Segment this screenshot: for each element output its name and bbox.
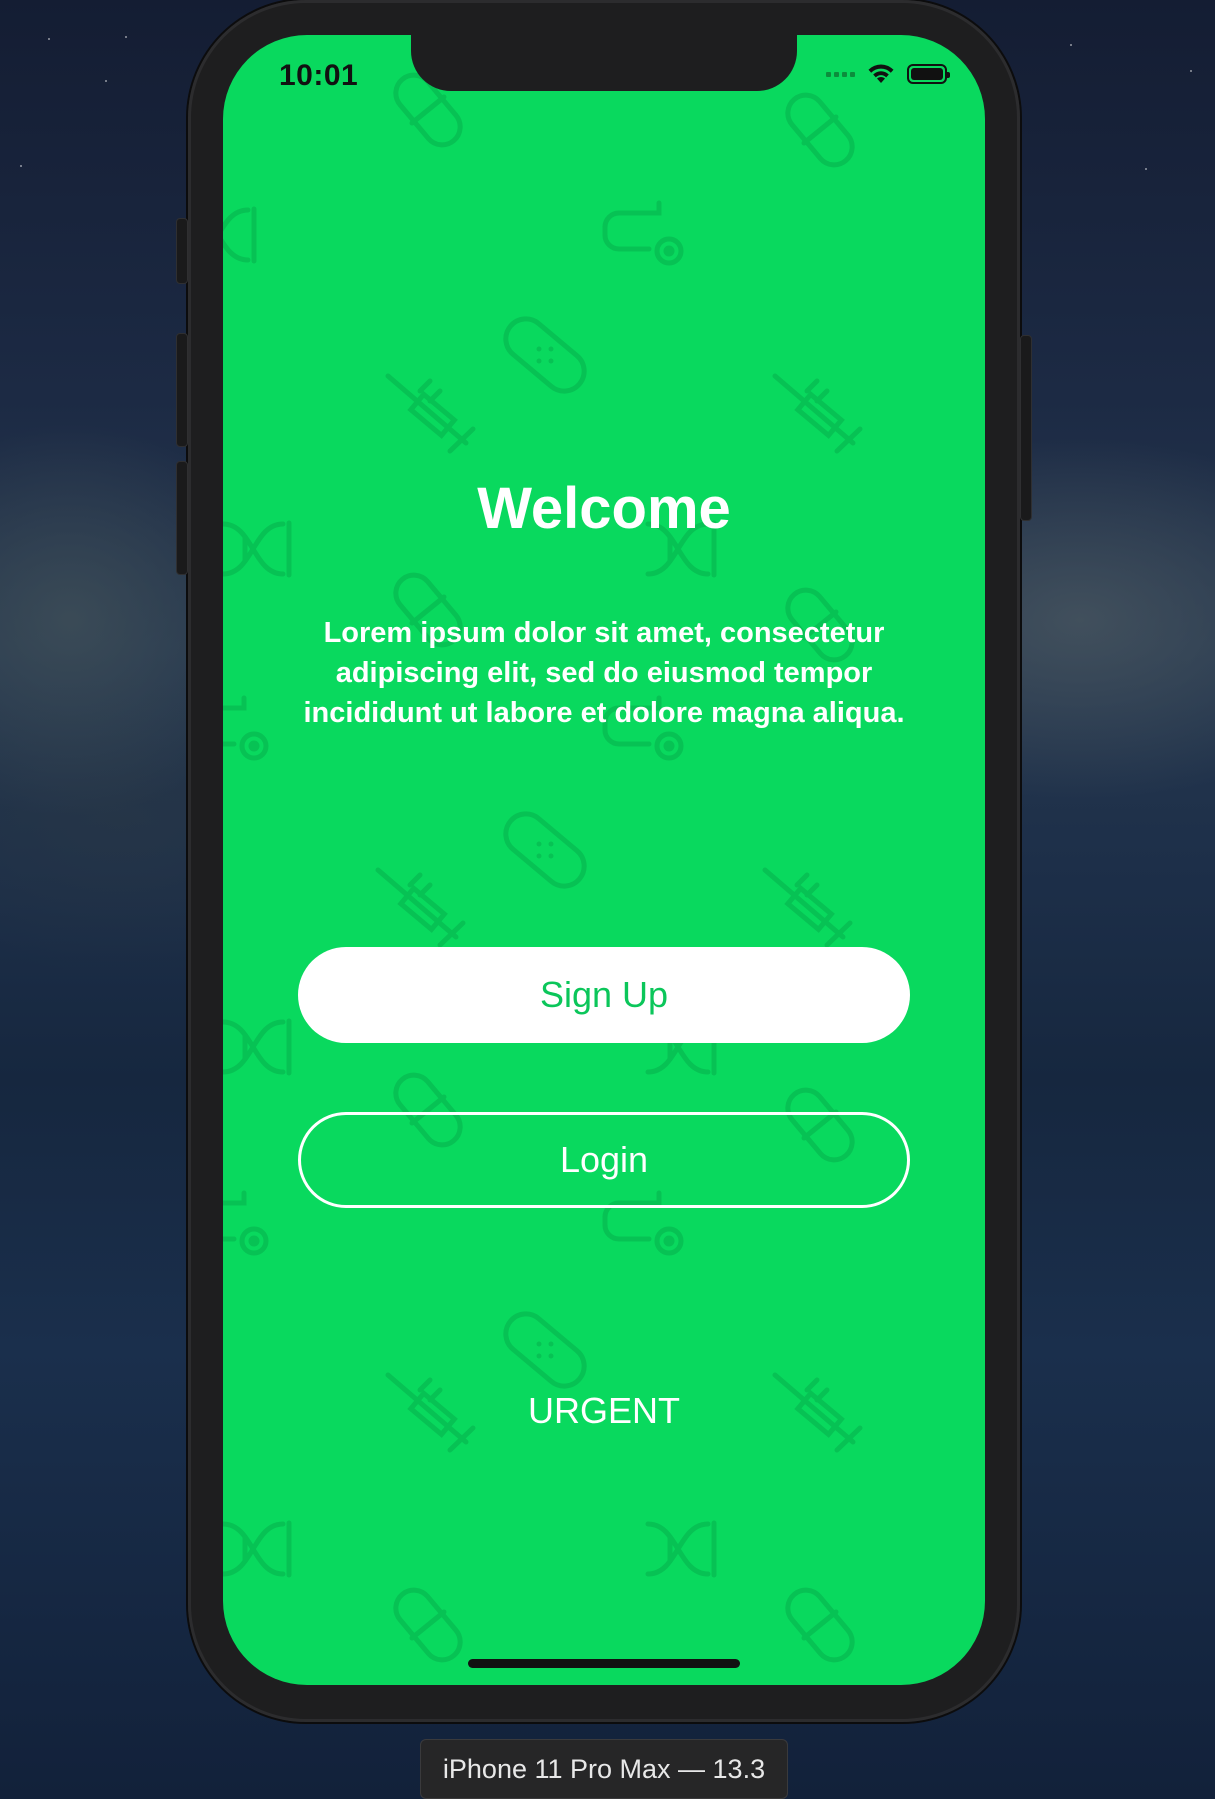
welcome-description: Lorem ipsum dolor sit amet, consectetur … [303, 617, 905, 729]
medical-pattern-background [223, 35, 985, 1685]
background-star [1145, 168, 1147, 170]
notch [411, 35, 797, 91]
iphone-device-frame: 10:01 Welcome Lorem ipsum dolor sit amet… [176, 0, 1032, 1722]
power-button [1020, 335, 1032, 521]
volume-down-button [176, 461, 188, 575]
app-screen: 10:01 Welcome Lorem ipsum dolor sit amet… [223, 35, 985, 1685]
background-star [1190, 70, 1192, 72]
background-star [20, 165, 22, 167]
welcome-title: Welcome [477, 476, 731, 541]
sign-up-button[interactable]: Sign Up [298, 947, 910, 1043]
mute-switch [176, 218, 188, 284]
background-star [48, 38, 50, 40]
battery-icon [907, 64, 950, 84]
background-star [1070, 44, 1072, 46]
background-star [105, 80, 107, 82]
status-time: 10:01 [279, 59, 359, 92]
wifi-icon [868, 64, 894, 83]
login-button[interactable]: Login [298, 1112, 910, 1208]
status-icons [826, 63, 950, 85]
background-star [125, 36, 127, 38]
home-indicator[interactable] [468, 1659, 740, 1668]
cellular-signal-icon [826, 71, 855, 77]
urgent-link[interactable]: URGENT [223, 1390, 985, 1432]
volume-up-button [176, 333, 188, 447]
simulator-device-label: iPhone 11 Pro Max — 13.3 [420, 1739, 788, 1799]
